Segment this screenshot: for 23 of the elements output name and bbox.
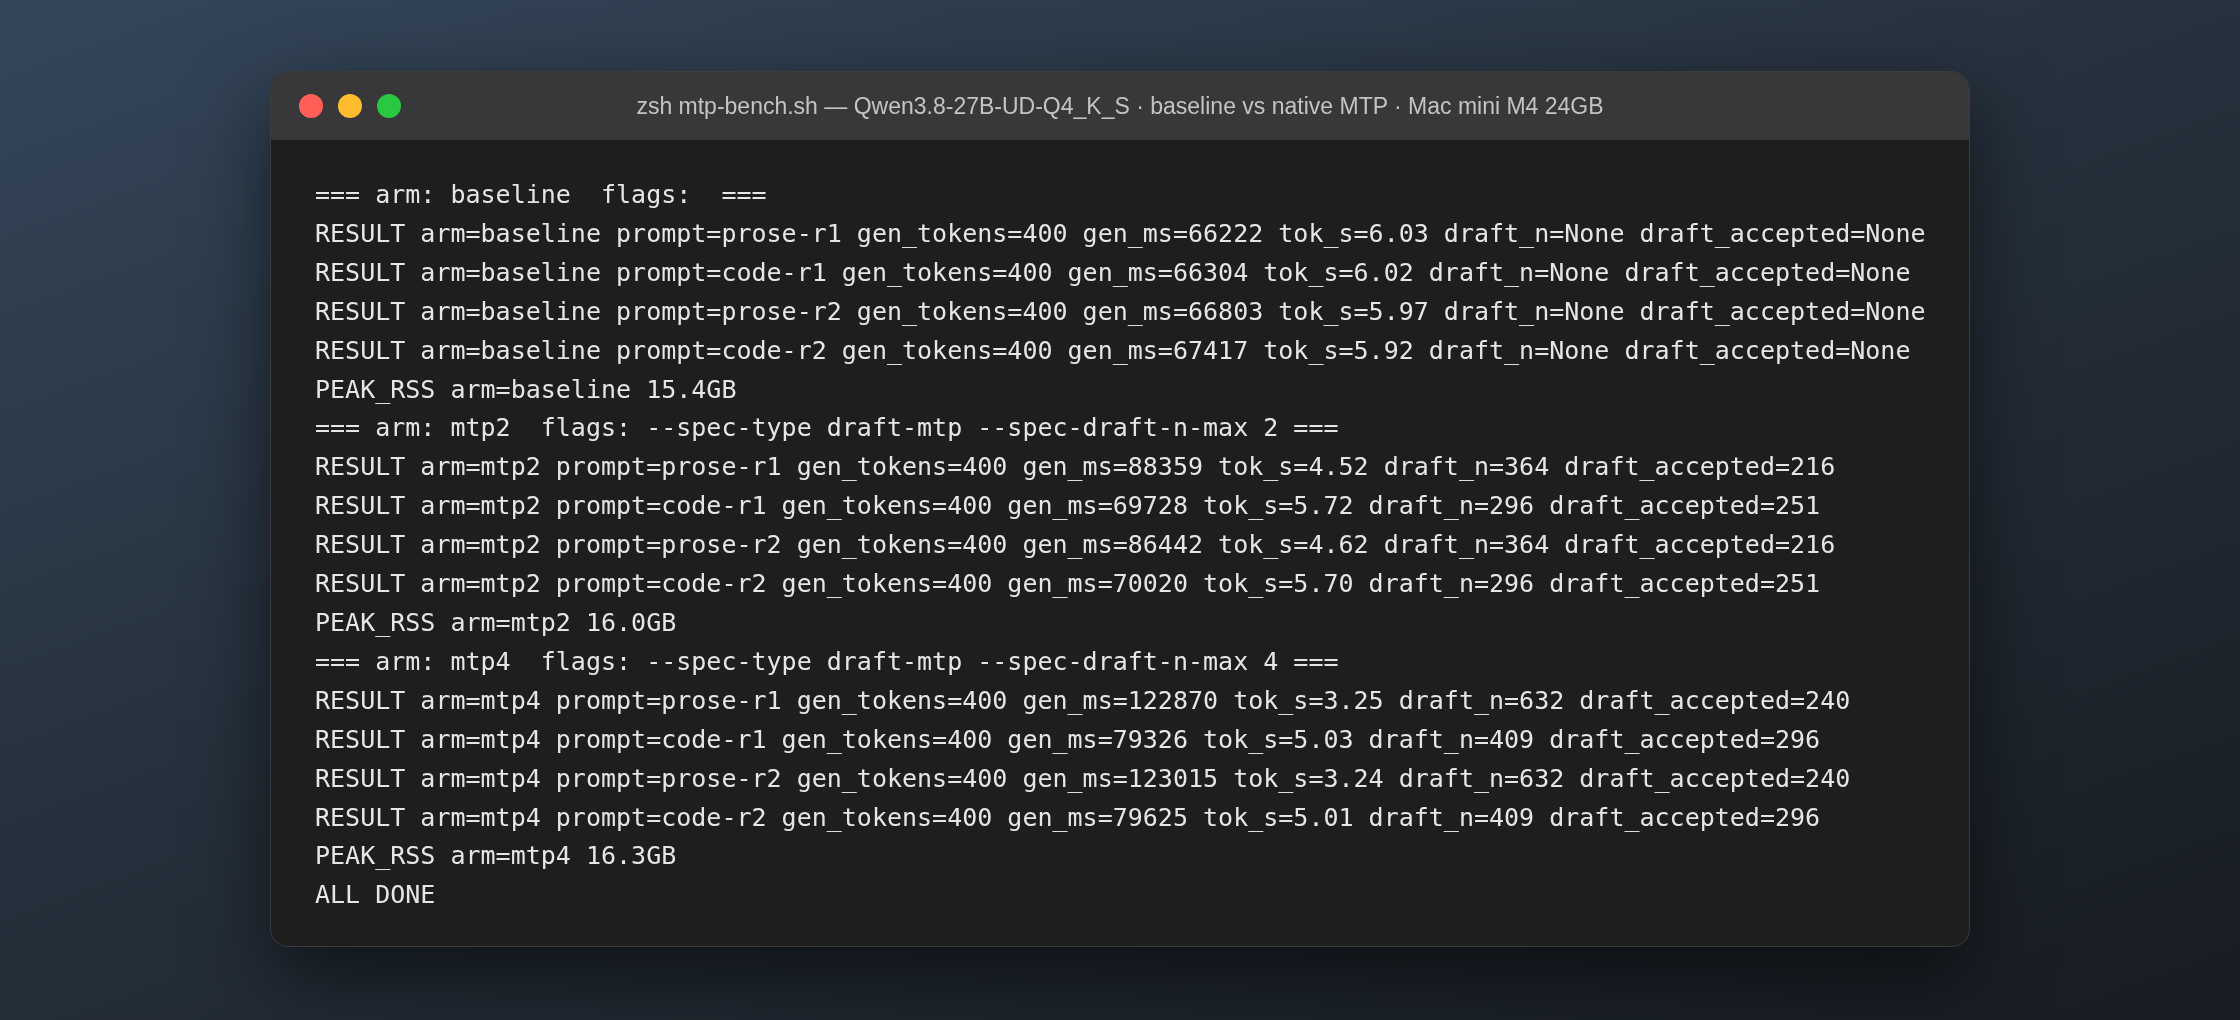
terminal-line: PEAK_RSS arm=baseline 15.4GB [315, 373, 738, 406]
terminal-line: === arm: mtp2 flags: --spec-type draft-mtp --spec-draft-n-max 2 === [315, 412, 1340, 445]
terminal-line: RESULT arm=mtp2 prompt=prose-r1 gen_tokens=400 gen_ms=88359 tok_s=4.52 draft_n=364 draft_accepted=216 [315, 451, 1837, 484]
minimize-button[interactable] [338, 94, 362, 118]
close-button[interactable] [299, 94, 323, 118]
terminal-line: RESULT arm=mtp2 prompt=code-r1 gen_tokens=400 gen_ms=69728 tok_s=5.72 draft_n=296 draft_accepted=251 [315, 490, 1822, 523]
terminal-line: ALL DONE [315, 879, 437, 912]
window-title: zsh mtp-bench.sh — Qwen3.8-27B-UD-Q4_K_S · baseline vs native MTP · Mac mini M4 24GB [636, 92, 1604, 120]
terminal-line: RESULT arm=baseline prompt=code-r1 gen_tokens=400 gen_ms=66304 tok_s=6.02 draft_n=None draft_accepted=None [315, 256, 1912, 289]
terminal-line: RESULT arm=mtp2 prompt=prose-r2 gen_tokens=400 gen_ms=86442 tok_s=4.62 draft_n=364 draft_accepted=216 [315, 529, 1837, 562]
terminal-line: RESULT arm=baseline prompt=code-r2 gen_tokens=400 gen_ms=67417 tok_s=5.92 draft_n=None draft_accepted=None [315, 334, 1912, 367]
terminal-line: PEAK_RSS arm=mtp4 16.3GB [315, 840, 678, 873]
terminal-line: RESULT arm=mtp4 prompt=code-r2 gen_tokens=400 gen_ms=79625 tok_s=5.01 draft_n=409 draft_accepted=296 [315, 801, 1822, 834]
zoom-button[interactable] [377, 94, 401, 118]
terminal-line: RESULT arm=baseline prompt=prose-r2 gen_tokens=400 gen_ms=66803 tok_s=5.97 draft_n=None draft_accepted=None [315, 295, 1927, 328]
terminal-line: RESULT arm=mtp4 prompt=code-r1 gen_tokens=400 gen_ms=79326 tok_s=5.03 draft_n=409 draft_accepted=296 [315, 723, 1822, 756]
terminal-line: RESULT arm=mtp4 prompt=prose-r2 gen_tokens=400 gen_ms=123015 tok_s=3.24 draft_n=632 draft_accepted=240 [315, 762, 1852, 795]
terminal-line: PEAK_RSS arm=mtp2 16.0GB [315, 606, 678, 639]
terminal-line: RESULT arm=mtp4 prompt=prose-r1 gen_tokens=400 gen_ms=122870 tok_s=3.25 draft_n=632 draft_accepted=240 [315, 684, 1852, 717]
terminal-line: === arm: mtp4 flags: --spec-type draft-mtp --spec-draft-n-max 4 === [315, 645, 1340, 678]
terminal-line: === arm: baseline flags: === [315, 179, 768, 211]
terminal-line: RESULT arm=baseline prompt=prose-r1 gen_tokens=400 gen_ms=66222 tok_s=6.03 draft_n=None draft_accepted=None [315, 217, 1927, 250]
terminal-line: RESULT arm=mtp2 prompt=code-r2 gen_tokens=400 gen_ms=70020 tok_s=5.70 draft_n=296 draft_accepted=251 [315, 568, 1822, 601]
